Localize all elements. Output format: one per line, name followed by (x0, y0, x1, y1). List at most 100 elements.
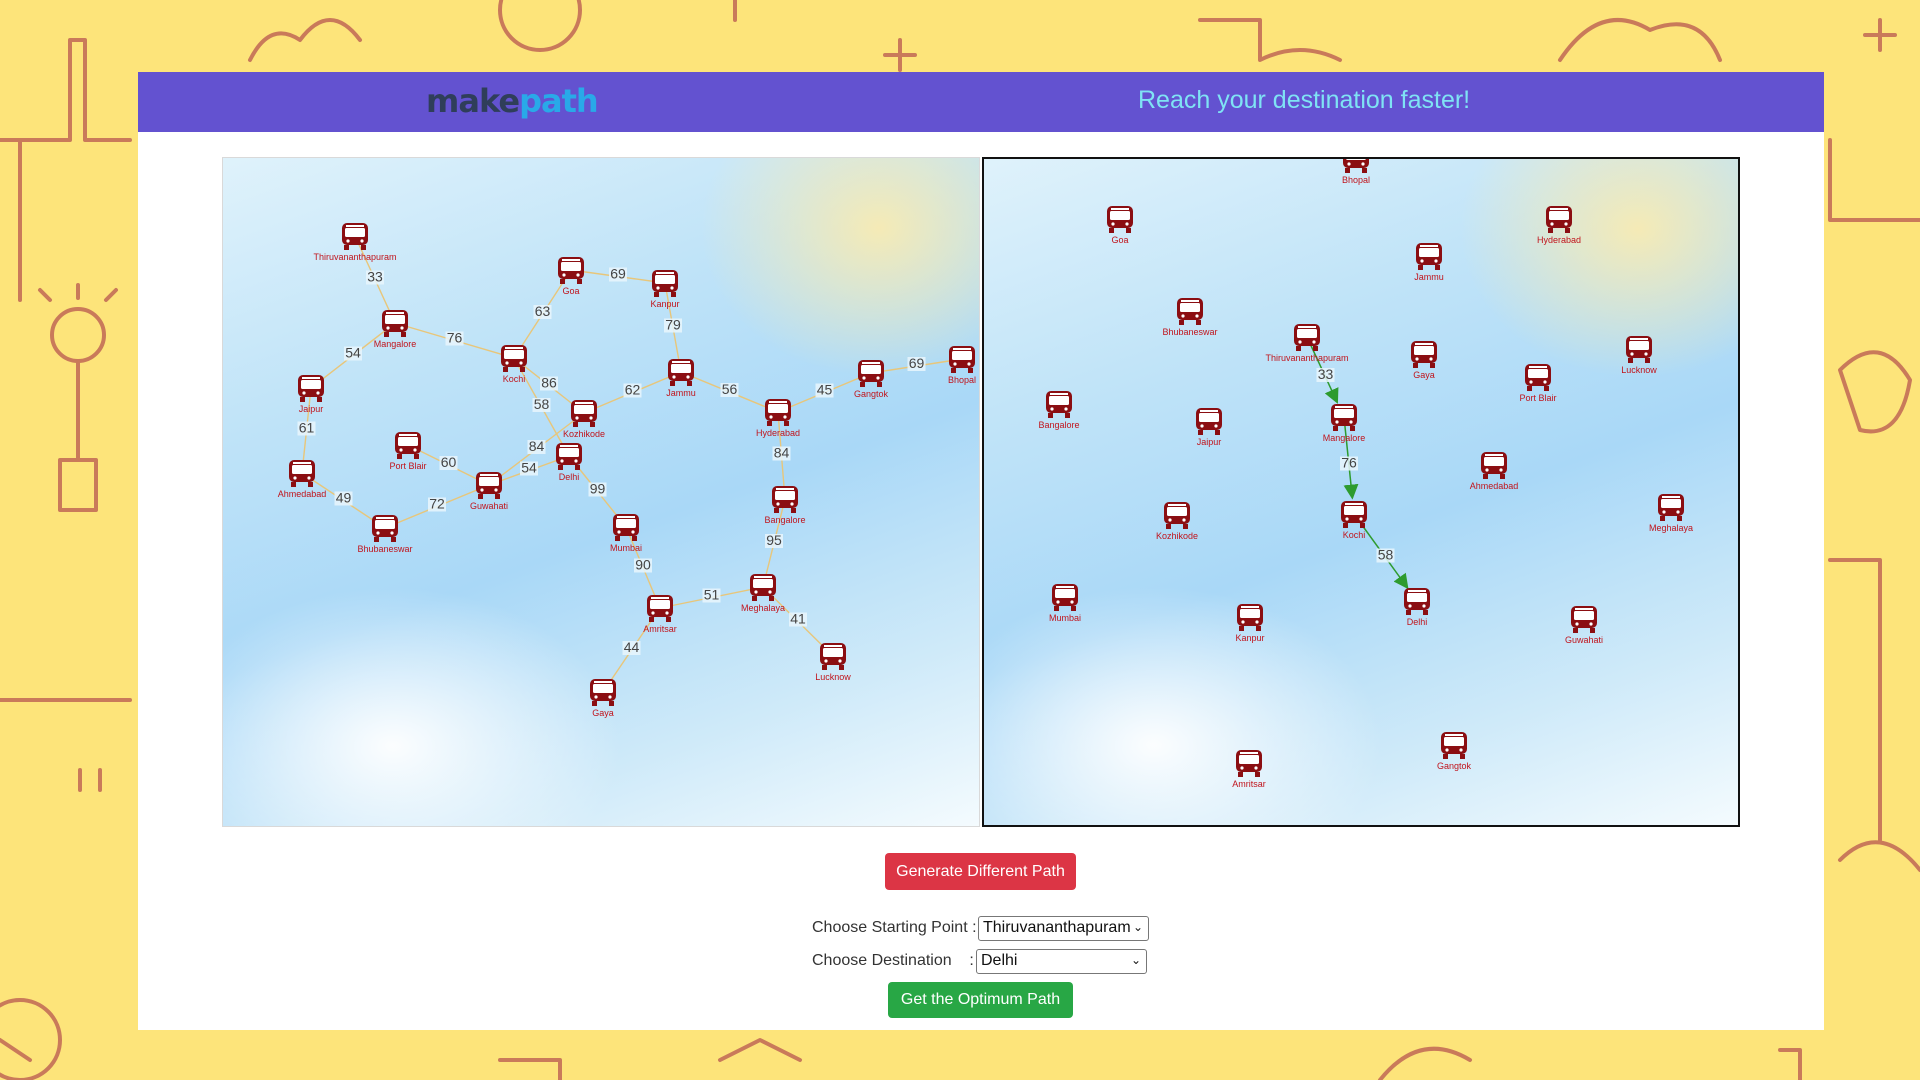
destination-select[interactable]: Delhi ⌄ (976, 949, 1147, 974)
city-label-kanpur: Kanpur (1235, 633, 1264, 643)
bus-icon[interactable] (372, 515, 398, 542)
city-label-bhubaneswar: Bhubaneswar (1162, 327, 1217, 337)
bus-icon[interactable] (501, 345, 527, 372)
city-label-hyderabad: Hyderabad (1537, 235, 1581, 245)
bus-icon[interactable] (556, 443, 582, 470)
bus-icon[interactable] (1196, 408, 1222, 435)
edge-weight-label: 33 (1318, 366, 1334, 382)
bus-icon[interactable] (1052, 584, 1078, 611)
city-label-meghalaya: Meghalaya (741, 603, 785, 613)
bus-icon[interactable] (1525, 364, 1551, 391)
bus-icon[interactable] (1331, 404, 1357, 431)
city-label-port-blair: Port Blair (389, 461, 426, 471)
bus-icon[interactable] (652, 270, 678, 297)
bus-icon[interactable] (1046, 391, 1072, 418)
edge-weight-label: 41 (790, 611, 806, 627)
city-label-jammu: Jammu (1414, 272, 1444, 282)
city-label-jaipur: Jaipur (299, 404, 324, 414)
edge-weight-label: 79 (665, 317, 681, 333)
bus-icon[interactable] (1237, 604, 1263, 631)
city-label-mangalore: Mangalore (374, 339, 417, 349)
bus-icon[interactable] (289, 460, 315, 487)
city-label-kanpur: Kanpur (650, 299, 679, 309)
chevron-down-icon: ⌄ (1130, 953, 1141, 967)
bus-icon[interactable] (1571, 606, 1597, 633)
bus-icon[interactable] (1441, 732, 1467, 759)
bus-icon[interactable] (1236, 750, 1262, 777)
city-label-ahmedabad: Ahmedabad (278, 489, 327, 499)
edge-weight-label: 61 (299, 420, 315, 436)
full-graph-panel: Thiruvananthapuram Goa Kanpur Mangalore Koch… (222, 157, 980, 827)
bus-icon[interactable] (1626, 336, 1652, 363)
bus-icon[interactable] (1546, 206, 1572, 233)
city-label-kozhikode: Kozhikode (1156, 531, 1198, 541)
edge-weight-label: 60 (441, 454, 457, 470)
edge-weight-label: 44 (624, 639, 640, 655)
bus-icon[interactable] (820, 643, 846, 670)
bus-icon[interactable] (1416, 243, 1442, 270)
bus-icon[interactable] (772, 486, 798, 513)
edge-weight-label: 49 (336, 490, 352, 506)
app-header: makepath Reach your destination faster! (138, 72, 1824, 132)
bus-icon[interactable] (668, 359, 694, 386)
main-card: makepath Reach your destination faster! … (138, 72, 1824, 1030)
bus-icon[interactable] (298, 375, 324, 402)
bus-icon[interactable] (476, 472, 502, 499)
city-label-meghalaya: Meghalaya (1649, 523, 1693, 533)
bus-icon[interactable] (590, 679, 616, 706)
generate-different-path-button[interactable]: Generate Different Path (885, 853, 1076, 890)
starting-point-label: Choose Starting Point : (812, 919, 977, 936)
bus-icon[interactable] (1658, 494, 1684, 521)
city-label-guwahati: Guwahati (470, 501, 508, 511)
bus-icon[interactable] (647, 595, 673, 622)
bus-icon[interactable] (1164, 502, 1190, 529)
edge-weight-label: 58 (1378, 547, 1394, 563)
destination-label: Choose Destination : (812, 952, 974, 969)
city-label-gaya: Gaya (1413, 370, 1435, 380)
city-label-goa: Goa (562, 286, 579, 296)
bus-icon[interactable] (571, 400, 597, 427)
city-label-hyderabad: Hyderabad (756, 428, 800, 438)
bus-icon[interactable] (949, 346, 975, 373)
makepath-logo[interactable]: makepath (426, 82, 599, 120)
city-label-lucknow: Lucknow (1621, 365, 1657, 375)
city-label-kochi: Kochi (1343, 530, 1366, 540)
bus-icon[interactable] (765, 399, 791, 426)
edge-weight-label: 63 (535, 303, 551, 319)
city-label-gangtok: Gangtok (854, 389, 889, 399)
city-label-mangalore: Mangalore (1323, 433, 1366, 443)
city-label-jammu: Jammu (666, 388, 696, 398)
bus-icon[interactable] (750, 574, 776, 601)
starting-point-select[interactable]: Thiruvananthapuram ⌄ (978, 916, 1149, 941)
bus-icon[interactable] (395, 432, 421, 459)
city-label-lucknow: Lucknow (815, 672, 851, 682)
bus-icon[interactable] (1481, 452, 1507, 479)
city-label-port-blair: Port Blair (1519, 393, 1556, 403)
city-label-thiruvananthapuram: Thiruvananthapuram (1265, 353, 1348, 363)
bus-icon[interactable] (1404, 588, 1430, 615)
bus-icon[interactable] (1177, 298, 1203, 325)
bus-icon[interactable] (1294, 324, 1320, 351)
bus-icon[interactable] (558, 257, 584, 284)
bus-icon[interactable] (382, 310, 408, 337)
edge-weight-label: 69 (909, 355, 925, 371)
edge-weight-label: 76 (447, 330, 463, 346)
edge-weight-label: 54 (521, 460, 537, 476)
bus-icon[interactable] (1107, 206, 1133, 233)
bus-icon[interactable] (858, 360, 884, 387)
city-label-kochi: Kochi (503, 374, 526, 384)
bus-icon[interactable] (1343, 159, 1369, 173)
city-label-mumbai: Mumbai (1049, 613, 1081, 623)
bus-icon[interactable] (342, 223, 368, 250)
logo-make-text: make (426, 82, 520, 120)
bus-icon[interactable] (1341, 501, 1367, 528)
bus-icon[interactable] (1411, 341, 1437, 368)
bus-icon[interactable] (613, 514, 639, 541)
optimum-path-panel: Bhopal Goa Hyderabad Jammu Bhubaneswar Thiruv… (982, 157, 1740, 827)
city-label-mumbai: Mumbai (610, 543, 642, 553)
city-label-bhubaneswar: Bhubaneswar (357, 544, 412, 554)
city-label-delhi: Delhi (1407, 617, 1428, 627)
get-optimum-path-button[interactable]: Get the Optimum Path (888, 982, 1073, 1018)
edge-weight-label: 99 (590, 481, 606, 497)
city-label-bangalore: Bangalore (1038, 420, 1079, 430)
